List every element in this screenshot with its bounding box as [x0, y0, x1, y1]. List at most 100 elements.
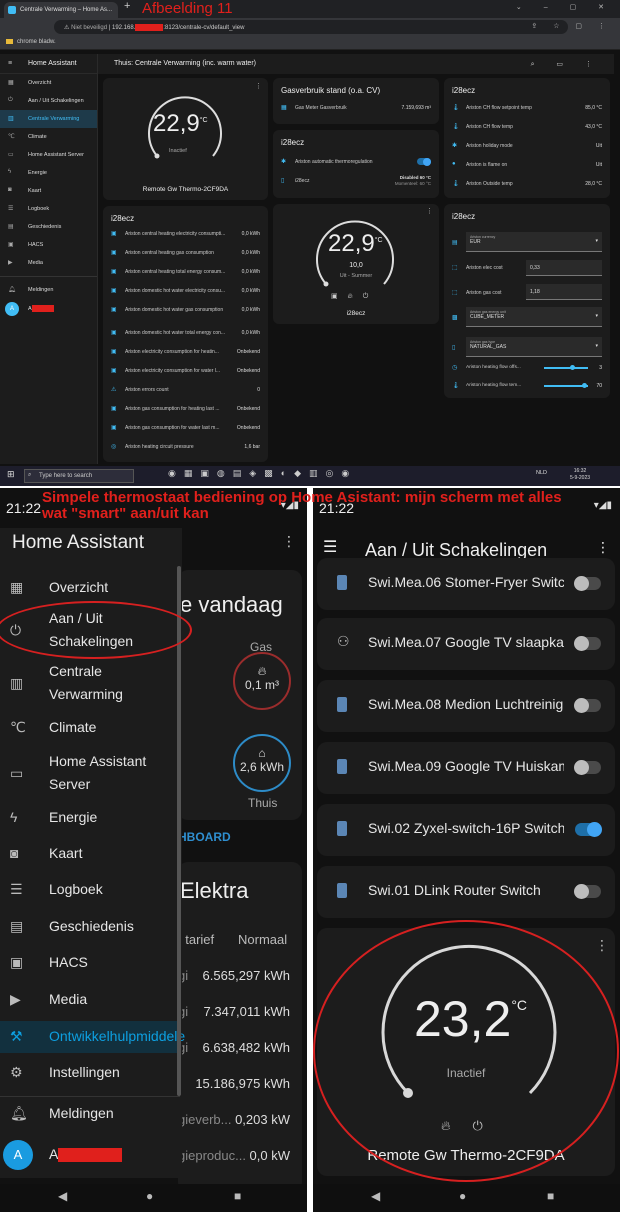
- drawer-item-kaart[interactable]: ◙ Kaart: [0, 842, 180, 868]
- sensor-row[interactable]: ▣ Ariston domestic hot water total energy…: [103, 324, 268, 343]
- home-icon[interactable]: ●: [146, 1190, 153, 1202]
- more-icon[interactable]: ⋮: [255, 83, 262, 90]
- thermoregulation-toggle[interactable]: [417, 157, 431, 166]
- ariston-consumption-card: i28ecz ▣ Ariston central heating electric…: [103, 206, 268, 462]
- sidebar-item-meldingen[interactable]: 🔔︎ Meldingen: [0, 281, 97, 299]
- sensor-row[interactable]: ✱ Ariston holiday mode Uit: [444, 137, 610, 156]
- sensor-row[interactable]: ▣ Ariston central heating electricity con…: [103, 225, 268, 244]
- taskbar-clock[interactable]: 16:32 5-9-2023: [570, 468, 590, 482]
- recents-icon[interactable]: ■: [547, 1190, 554, 1202]
- sidebar-item-centrale-verwarming[interactable]: ▥ Centrale Verwarming: [0, 110, 97, 128]
- flowtemp-slider[interactable]: [544, 383, 588, 388]
- bell-icon: 🔔︎: [10, 1105, 28, 1121]
- taskbar-search[interactable]: ⌕ Type here to search: [24, 469, 134, 483]
- drawer-item-climate[interactable]: ℃ Climate: [0, 716, 180, 742]
- sensor-row[interactable]: ▣ Ariston gas consumption for water last …: [103, 419, 268, 438]
- sensor-row[interactable]: ▣ Ariston central heating total energy co…: [103, 263, 268, 282]
- switch-toggle[interactable]: [574, 884, 601, 899]
- gas-type-select[interactable]: Ariston gas type NATURAL_GAS ▾: [466, 337, 602, 357]
- more-icon[interactable]: ⋮: [426, 208, 433, 215]
- sensor-row[interactable]: ● Ariston is flame on Uit: [444, 156, 610, 175]
- sidebar-item-energie[interactable]: ϟ Energie: [0, 164, 97, 182]
- thermostat-card[interactable]: ⋮ 22,9°C Inactief Remote Gw Thermo-2CF9D…: [103, 78, 268, 200]
- switch-toggle[interactable]: [575, 822, 602, 837]
- sidebar-user[interactable]: A A: [0, 299, 97, 321]
- drawer-user[interactable]: A A: [0, 1138, 180, 1174]
- menu-icon[interactable]: ☰: [323, 540, 337, 556]
- drawer-item-logboek[interactable]: ☰ Logboek: [0, 878, 180, 904]
- sidebar-item-media[interactable]: ▶ Media: [0, 254, 97, 272]
- switch-toggle[interactable]: [574, 576, 601, 591]
- mode-icons[interactable]: ▣🔥︎⏻: [331, 292, 378, 301]
- gas-row[interactable]: ▦ Gas Meter Gasverbruik 7.159,693 m³: [273, 99, 439, 118]
- sensor-row[interactable]: ▣ Ariston central heating gas consumption…: [103, 244, 268, 263]
- switch-toggle[interactable]: [574, 698, 601, 713]
- sensor-row[interactable]: ▣ Ariston domestic hot water gas consumpt…: [103, 301, 268, 320]
- windows-start-icon[interactable]: ⊞: [7, 470, 15, 479]
- drawer-item-meldingen[interactable]: 🔔︎ Meldingen: [0, 1102, 180, 1128]
- back-icon[interactable]: ◀: [371, 1190, 380, 1202]
- switch-card[interactable]: ⚇ Swi.Mea.07 Google TV slaapka...: [317, 618, 615, 670]
- sensor-row[interactable]: 🌡︎ Ariston CH flow setpoint temp 85,0 °C: [444, 99, 610, 118]
- more-icon[interactable]: ⋮: [596, 540, 610, 554]
- drawer-item-geschiedenis[interactable]: ▤ Geschiedenis: [0, 915, 180, 941]
- ariston-thermostat-card[interactable]: ⋮ 22,9°C 10,0 Uit - Summer ▣🔥︎⏻ i28ecz: [273, 204, 439, 324]
- taskbar-apps[interactable]: ◉▦▣◍▤◈▩◐◆▥◎◉: [168, 468, 357, 479]
- sensor-row[interactable]: ⚠ Ariston errors count 0: [103, 381, 268, 400]
- gas-unit-select[interactable]: Ariston gas energy unit CUBE_METER ▾: [466, 307, 602, 327]
- sidebar-item-kaart[interactable]: ◙ Kaart: [0, 182, 97, 200]
- system-tray[interactable]: NLD: [536, 470, 547, 476]
- drawer-scrollbar[interactable]: [177, 566, 181, 1096]
- thermometer-icon: ℃: [8, 134, 15, 140]
- drawer-item-energie[interactable]: ϟ Energie: [0, 806, 180, 832]
- offset-slider[interactable]: [544, 365, 588, 370]
- more-icon[interactable]: ⋮: [595, 938, 609, 952]
- switch-card[interactable]: Swi.Mea.06 Stomer-Fryer Switch: [317, 558, 615, 610]
- sensor-row[interactable]: ▣ Ariston domestic hot water electricity …: [103, 282, 268, 301]
- sidebar-item-hacs[interactable]: ▣ HACS: [0, 236, 97, 254]
- redaction-bar: [58, 1148, 122, 1162]
- home-icon[interactable]: ●: [459, 1190, 466, 1202]
- browser-actions[interactable]: ⇪ ☆ ▢ ⋮: [531, 22, 612, 30]
- drawer-item-centrale-verwarming[interactable]: ▥ Centrale Verwarming: [0, 660, 180, 708]
- drawer-item-server[interactable]: ▭ Home Assistant Server: [0, 750, 180, 798]
- sensor-row[interactable]: 🌡︎ Ariston CH flow temp 43,0 °C: [444, 118, 610, 137]
- window-controls[interactable]: ⌄ – ▢ ✕: [516, 3, 614, 11]
- sensor-row[interactable]: ▣ Ariston electricity consumption for wat…: [103, 362, 268, 381]
- more-icon[interactable]: ⋮: [282, 534, 296, 548]
- sensor-row[interactable]: ▣ Ariston gas consumption for heating las…: [103, 400, 268, 419]
- drawer-item-hacs[interactable]: ▣ HACS: [0, 951, 180, 977]
- drawer-item-ontwikkel[interactable]: ⚒ Ontwikkelhulpmiddele: [0, 1021, 185, 1053]
- switch-card[interactable]: Swi.Mea.08 Medion Luchtreinig...: [317, 680, 615, 732]
- switch-card[interactable]: Swi.Mea.09 Google TV Huiskam...: [317, 742, 615, 794]
- gas-cost-input[interactable]: 1,18: [526, 284, 602, 300]
- sidebar-item-server[interactable]: ▭ Home Assistant Server: [0, 146, 97, 164]
- back-icon[interactable]: ◀: [58, 1190, 67, 1202]
- sensor-row[interactable]: ◎ Ariston heating circuit pressure 1,6 bar: [103, 438, 268, 457]
- drawer-item-overzicht[interactable]: ▦ Overzicht: [0, 573, 180, 603]
- sidebar-item-geschiedenis[interactable]: ▤ Geschiedenis: [0, 218, 97, 236]
- new-tab-icon[interactable]: +: [124, 1, 130, 12]
- browser-tab[interactable]: Centrale Verwarming – Home As...: [4, 2, 118, 18]
- sidebar-item-logboek[interactable]: ☰ Logboek: [0, 200, 97, 218]
- drawer-item-instellingen[interactable]: ⚙ Instellingen: [0, 1061, 180, 1087]
- drawer-item-media[interactable]: ▶ Media: [0, 988, 180, 1014]
- address-bar[interactable]: ⚠ Niet beveiligd | 192.168.:8123/central…: [54, 20, 568, 34]
- currency-select[interactable]: Ariston currency EUR ▾: [466, 232, 602, 252]
- sensor-row[interactable]: ▣ Ariston electricity consumption for hea…: [103, 343, 268, 362]
- sidebar-item-climate[interactable]: ℃ Climate: [0, 128, 97, 146]
- switch-card[interactable]: Swi.02 Zyxel-switch-16P Switch: [317, 804, 615, 856]
- recents-icon[interactable]: ■: [234, 1190, 241, 1202]
- switch-toggle[interactable]: [574, 760, 601, 775]
- switch-card[interactable]: Swi.01 DLink Router Switch: [317, 866, 615, 918]
- elec-cost-input[interactable]: 0,33: [526, 260, 602, 276]
- thermoregulation-row[interactable]: ✱ Ariston automatic thermoregulation: [273, 153, 439, 172]
- sidebar-item-overzicht[interactable]: ▦ Overzicht: [0, 74, 97, 92]
- menu-icon[interactable]: ≡: [8, 60, 12, 67]
- water-heater-row[interactable]: ▯ i28ecz Disabled 60 °C Momenteel: 60 °C: [273, 172, 439, 191]
- flame-icon: 🔥︎: [257, 664, 267, 678]
- toolbar-icons[interactable]: ⌕ ▭ ⋮: [531, 60, 602, 69]
- sensor-row[interactable]: 🌡︎ Ariston Outside temp 28,0 °C: [444, 175, 610, 194]
- sidebar-item-schakelingen[interactable]: ⏻ Aan / Uit Schakelingen: [0, 92, 97, 110]
- switch-toggle[interactable]: [574, 636, 601, 651]
